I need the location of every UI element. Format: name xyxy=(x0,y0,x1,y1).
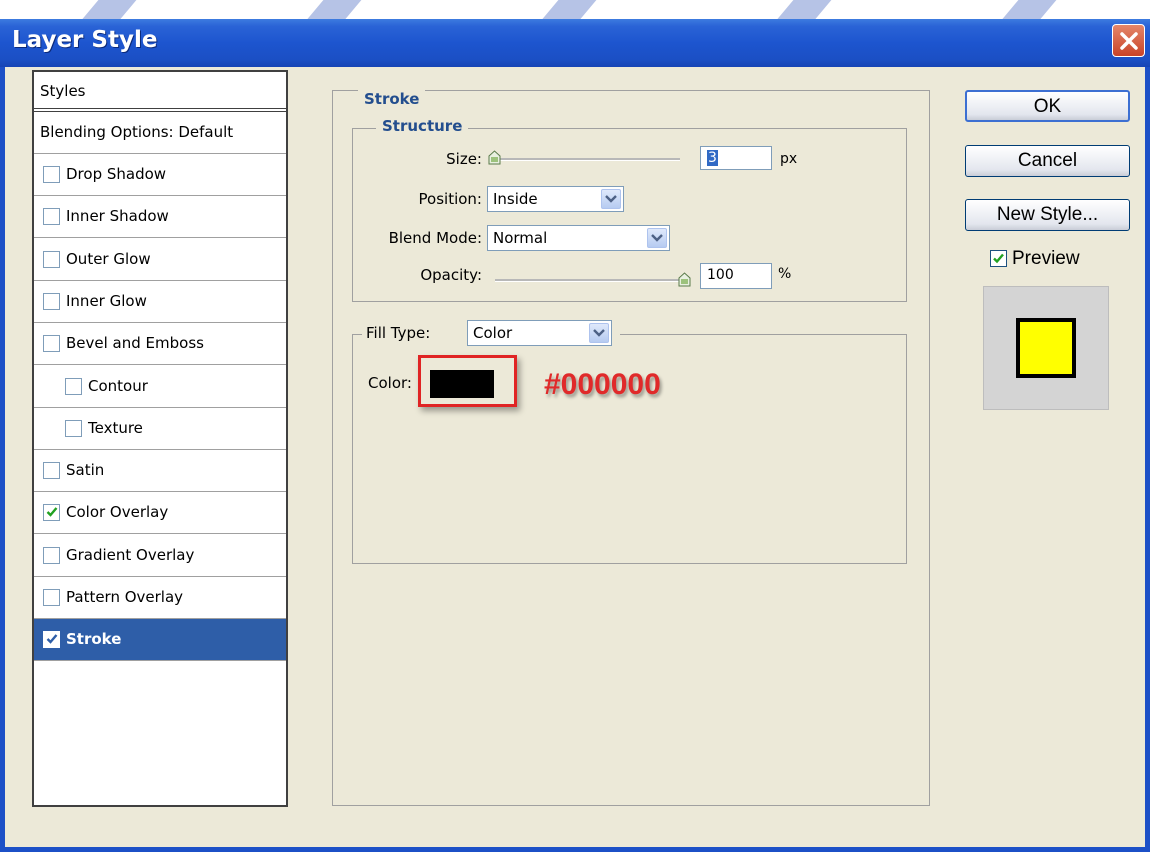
position-select[interactable]: Inside xyxy=(487,186,624,212)
opacity-unit: % xyxy=(778,266,792,282)
cancel-button[interactable]: Cancel xyxy=(965,145,1130,177)
window-frame-left xyxy=(0,67,5,852)
preview-thumbnail xyxy=(983,286,1109,410)
style-item-label: Drop Shadow xyxy=(66,165,167,183)
size-slider-thumb-icon[interactable] xyxy=(488,150,501,165)
styles-header[interactable]: Styles xyxy=(34,72,286,112)
window-frame-bottom xyxy=(0,847,1150,852)
style-item-label: Contour xyxy=(88,376,148,395)
style-item-texture[interactable]: Texture xyxy=(34,408,286,450)
decoration-shape xyxy=(776,0,832,20)
fill-type-value: Color xyxy=(473,324,513,342)
style-checkbox[interactable] xyxy=(65,419,82,437)
checkmark-icon xyxy=(46,507,58,518)
size-slider-track[interactable] xyxy=(490,158,680,161)
opacity-slider-track[interactable] xyxy=(495,279,689,282)
style-item-label: Bevel and Emboss xyxy=(66,334,204,353)
opacity-value: 100 xyxy=(707,267,734,283)
color-annotation: #000000 xyxy=(544,368,661,401)
preview-checkbox[interactable] xyxy=(990,250,1007,267)
dialog-title: Layer Style xyxy=(12,27,158,53)
title-bar[interactable]: Layer Style xyxy=(0,19,1150,67)
style-item-stroke[interactable]: Stroke xyxy=(34,619,286,662)
style-checkbox[interactable] xyxy=(43,335,60,353)
style-item-label: Texture xyxy=(88,418,143,437)
blend-mode-select[interactable]: Normal xyxy=(487,225,670,251)
style-checkbox[interactable] xyxy=(43,208,60,226)
style-item-gradient-overlay[interactable]: Gradient Overlay xyxy=(34,535,286,577)
style-item-contour[interactable]: Contour xyxy=(34,366,286,408)
stroke-section-title: Stroke xyxy=(358,90,426,108)
style-item-color-overlay[interactable]: Color Overlay xyxy=(34,492,286,535)
style-item-label: Stroke xyxy=(66,630,122,649)
color-label: Color: xyxy=(368,374,412,392)
decoration-shape xyxy=(81,0,137,20)
structure-section-title: Structure xyxy=(376,117,469,135)
fill-type-label: Fill Type: xyxy=(366,324,431,342)
blend-mode-dropdown-button[interactable] xyxy=(647,228,667,248)
chevron-down-icon xyxy=(651,234,663,242)
decoration-shape xyxy=(306,0,362,20)
window-frame-right xyxy=(1145,67,1150,852)
style-item-label: Inner Glow xyxy=(66,291,147,310)
annotation-highlight-box xyxy=(418,355,517,407)
position-dropdown-button[interactable] xyxy=(601,189,621,209)
styles-list-panel: Styles Blending Options: Default Drop Sh… xyxy=(32,70,288,807)
style-item-outer-glow[interactable]: Outer Glow xyxy=(34,239,286,281)
style-item-label: Outer Glow xyxy=(66,249,151,268)
style-checkbox[interactable] xyxy=(43,292,60,310)
opacity-label: Opacity: xyxy=(420,266,482,284)
fill-type-select[interactable]: Color xyxy=(467,320,612,346)
style-item-label: Inner Shadow xyxy=(66,207,169,226)
style-checkbox[interactable] xyxy=(43,166,60,183)
opacity-input[interactable]: 100 xyxy=(700,263,772,289)
style-checkbox[interactable] xyxy=(43,504,60,522)
new-style-button[interactable]: New Style... xyxy=(965,199,1130,231)
checkmark-icon xyxy=(46,634,58,645)
decoration-shape xyxy=(541,0,597,20)
style-item-label: Pattern Overlay xyxy=(66,588,184,606)
position-value: Inside xyxy=(493,190,538,208)
checkmark-icon xyxy=(993,253,1004,264)
size-label: Size: xyxy=(446,150,482,168)
position-label: Position: xyxy=(418,190,482,208)
style-item-inner-shadow[interactable]: Inner Shadow xyxy=(34,196,286,239)
decoration-shape xyxy=(1001,0,1057,20)
preview-swatch xyxy=(1016,318,1076,378)
style-checkbox[interactable] xyxy=(65,377,82,395)
styles-header-label: Styles xyxy=(40,82,86,100)
chevron-down-icon xyxy=(593,329,605,337)
style-item-label: Satin xyxy=(66,461,105,480)
style-item-label: Color Overlay xyxy=(66,503,169,522)
style-checkbox[interactable] xyxy=(43,546,60,564)
preview-label: Preview xyxy=(1012,248,1080,269)
fill-type-dropdown-button[interactable] xyxy=(589,323,609,343)
style-item-drop-shadow[interactable]: Drop Shadow xyxy=(34,154,286,196)
blending-options-label: Blending Options: Default xyxy=(40,123,234,141)
size-value: 3 xyxy=(707,150,718,166)
style-item-bevel-and-emboss[interactable]: Bevel and Emboss xyxy=(34,323,286,366)
style-checkbox[interactable] xyxy=(43,462,60,480)
style-item-satin[interactable]: Satin xyxy=(34,450,286,493)
blend-mode-label: Blend Mode: xyxy=(388,229,482,247)
size-input[interactable]: 3 xyxy=(700,146,772,170)
blend-mode-value: Normal xyxy=(493,229,548,247)
style-item-pattern-overlay[interactable]: Pattern Overlay xyxy=(34,577,286,619)
style-item-label: Gradient Overlay xyxy=(66,545,195,564)
size-unit: px xyxy=(780,151,798,167)
close-button[interactable] xyxy=(1112,24,1145,57)
opacity-slider-thumb-icon[interactable] xyxy=(678,272,691,287)
chevron-down-icon xyxy=(605,195,617,203)
style-checkbox[interactable] xyxy=(43,589,60,606)
close-icon xyxy=(1120,32,1138,50)
ok-button[interactable]: OK xyxy=(965,90,1130,122)
blending-options-item[interactable]: Blending Options: Default xyxy=(34,112,286,154)
style-item-inner-glow[interactable]: Inner Glow xyxy=(34,281,286,323)
style-checkbox[interactable] xyxy=(43,631,60,649)
style-checkbox[interactable] xyxy=(43,250,60,268)
